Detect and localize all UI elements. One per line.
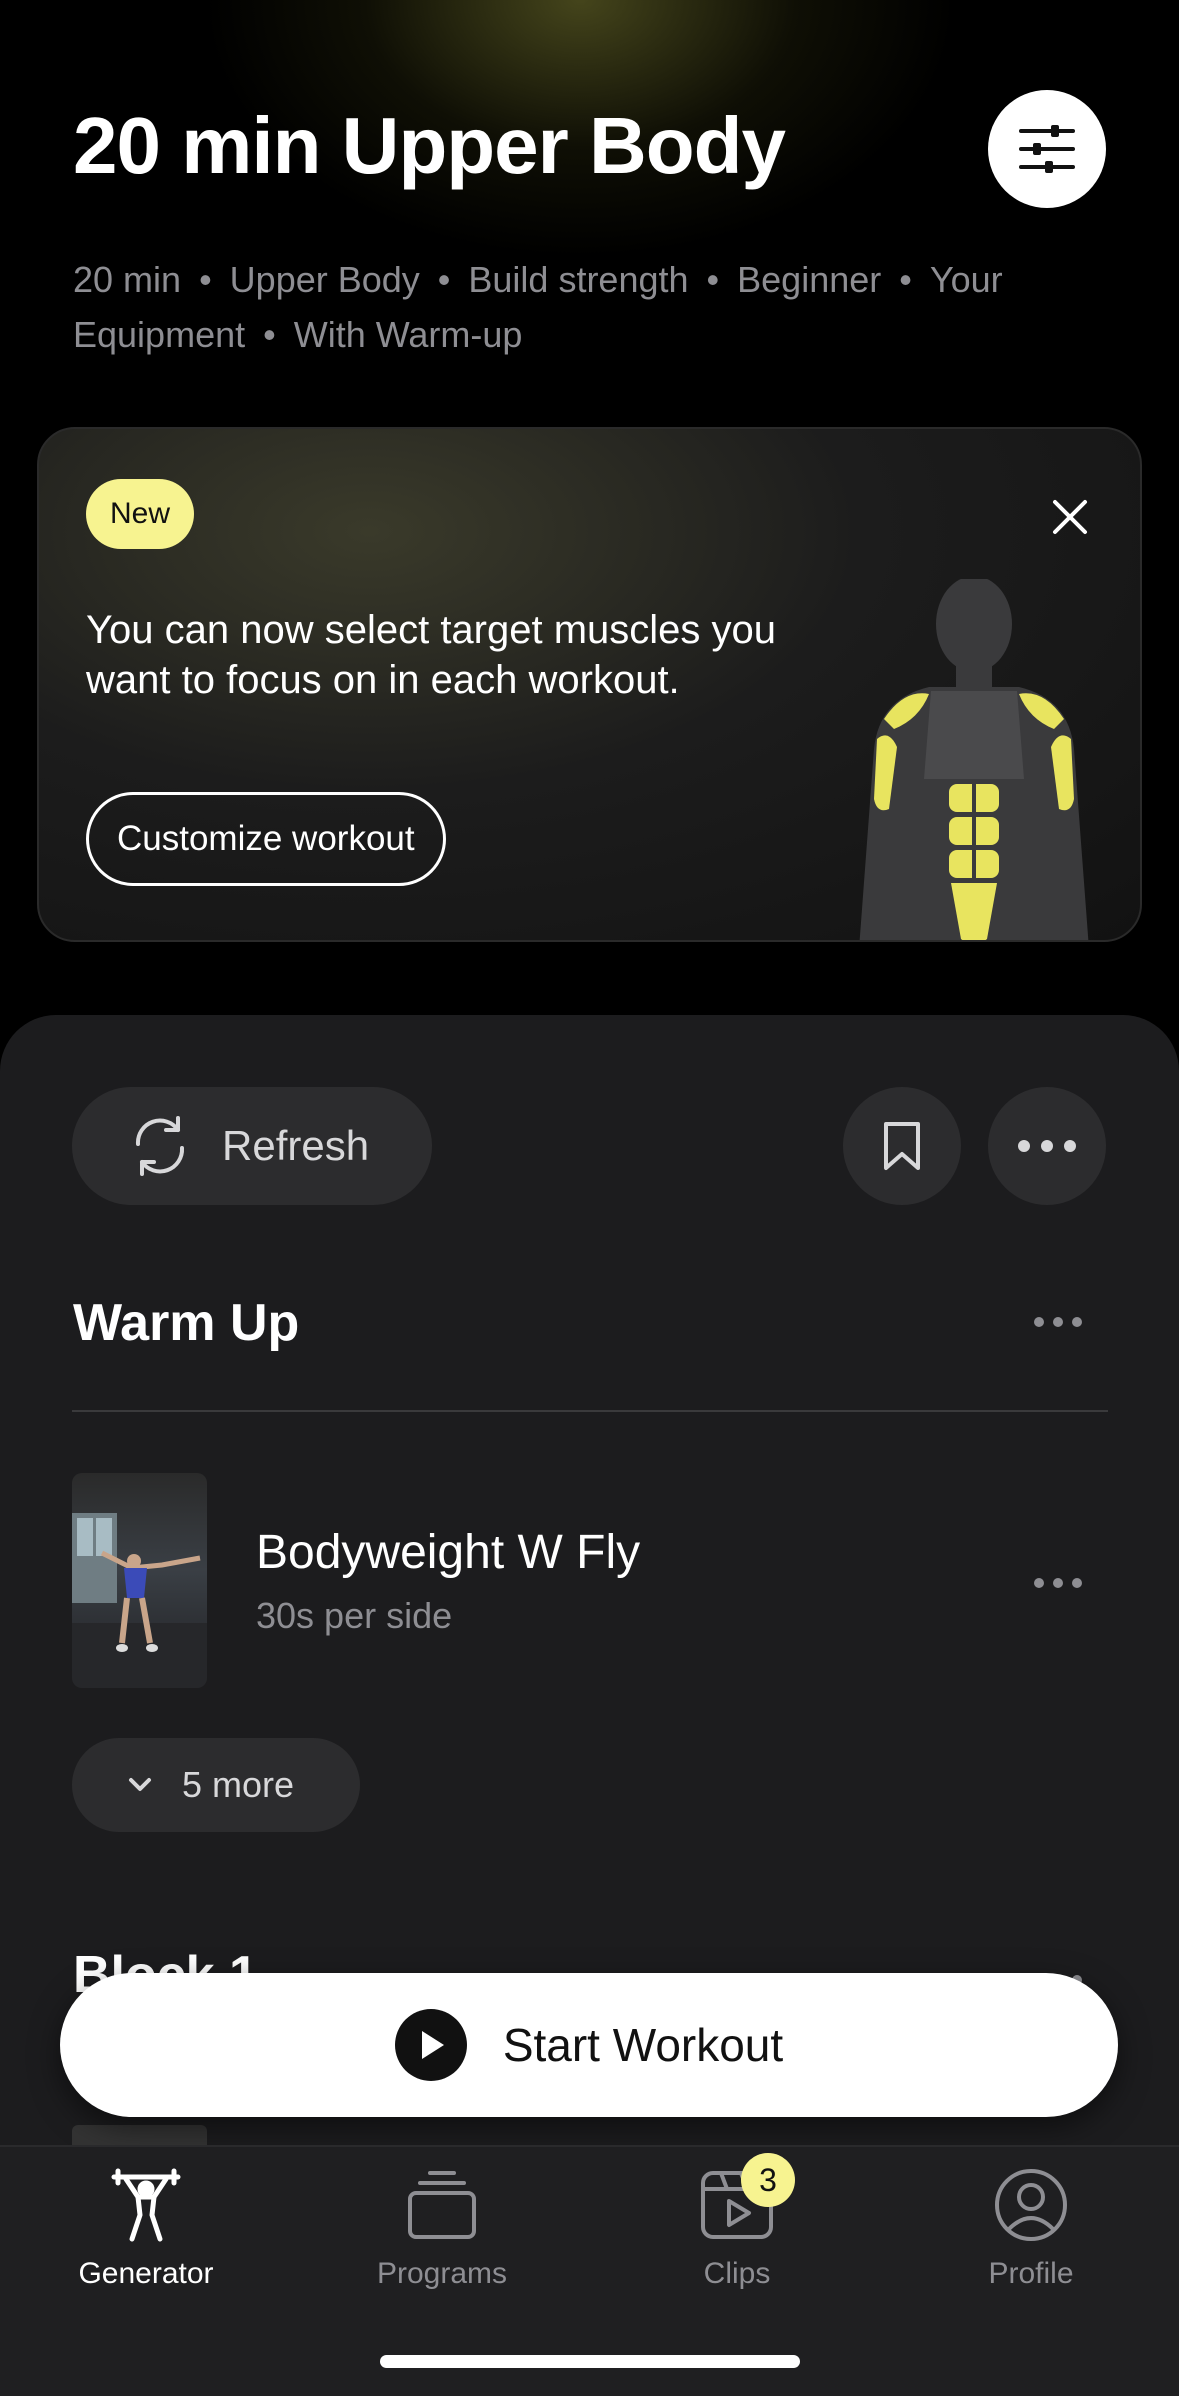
exercise-more-button[interactable]: [1030, 1563, 1086, 1603]
tab-profile[interactable]: Profile: [911, 2165, 1151, 2291]
tab-label: Generator: [78, 2257, 214, 2290]
show-more-button[interactable]: 5 more: [72, 1738, 360, 1832]
exercise-thumbnail[interactable]: [72, 1473, 207, 1688]
filter-button[interactable]: [988, 90, 1106, 208]
more-icon: [1018, 1140, 1076, 1152]
divider: [72, 1410, 1108, 1412]
exercise-video-image: [72, 1513, 207, 1688]
tab-label: Profile: [988, 2257, 1074, 2290]
tab-label: Clips: [703, 2257, 771, 2290]
tab-clips[interactable]: 3 Clips: [617, 2153, 857, 2291]
programs-icon: [402, 2165, 482, 2245]
sliders-icon: [1019, 125, 1075, 173]
warm-up-more-button[interactable]: [1030, 1302, 1086, 1342]
tag: Build strength: [468, 259, 689, 300]
chevron-down-icon: [129, 1778, 151, 1791]
workout-tags: 20 min • Upper Body • Build strength • Beginne…: [73, 259, 1003, 355]
tab-label: Programs: [376, 2257, 508, 2290]
tag: Beginner: [737, 259, 882, 300]
tag: 20 min: [73, 259, 182, 300]
bookmark-icon: [884, 1122, 920, 1170]
customize-workout-button[interactable]: Customize workout: [86, 792, 446, 886]
close-icon: [1053, 500, 1087, 534]
exercise-thumbnail[interactable]: [72, 2125, 207, 2145]
muscle-figure-icon: [859, 579, 1089, 940]
tag: Upper Body: [229, 259, 420, 300]
bookmark-button[interactable]: [843, 1087, 961, 1205]
exercise-detail: 30s per side: [256, 1595, 453, 1636]
clips-count-badge: 3: [741, 2153, 795, 2207]
tab-programs[interactable]: Programs: [322, 2165, 562, 2291]
page-title: 20 min Upper Body: [73, 101, 786, 190]
more-icon: [1034, 1317, 1082, 1327]
new-badge: New: [86, 479, 195, 549]
start-workout-label: Start Workout: [502, 2019, 784, 2071]
generator-icon: [106, 2165, 186, 2245]
exercise-name[interactable]: Bodyweight W Fly: [256, 1525, 640, 1580]
home-indicator[interactable]: [380, 2355, 800, 2368]
tag: With Warm-up: [293, 314, 523, 355]
refresh-icon: [135, 1116, 185, 1176]
start-workout-button[interactable]: Start Workout: [60, 1973, 1118, 2117]
play-icon: [394, 2009, 467, 2081]
section-title-warm-up: Warm Up: [73, 1294, 300, 1352]
refresh-button[interactable]: Refresh: [72, 1087, 432, 1205]
close-button[interactable]: [1042, 489, 1098, 545]
clips-icon: 3: [697, 2153, 795, 2245]
promo-card: New You can now select target muscles yo…: [37, 427, 1142, 942]
promo-text: You can now select target muscles you wa…: [86, 608, 777, 702]
profile-icon: [991, 2165, 1071, 2245]
tab-generator[interactable]: Generator: [26, 2165, 266, 2291]
refresh-label: Refresh: [222, 1122, 370, 1169]
show-more-label: 5 more: [182, 1764, 295, 1805]
more-icon: [1034, 1578, 1082, 1588]
more-options-button[interactable]: [988, 1087, 1106, 1205]
